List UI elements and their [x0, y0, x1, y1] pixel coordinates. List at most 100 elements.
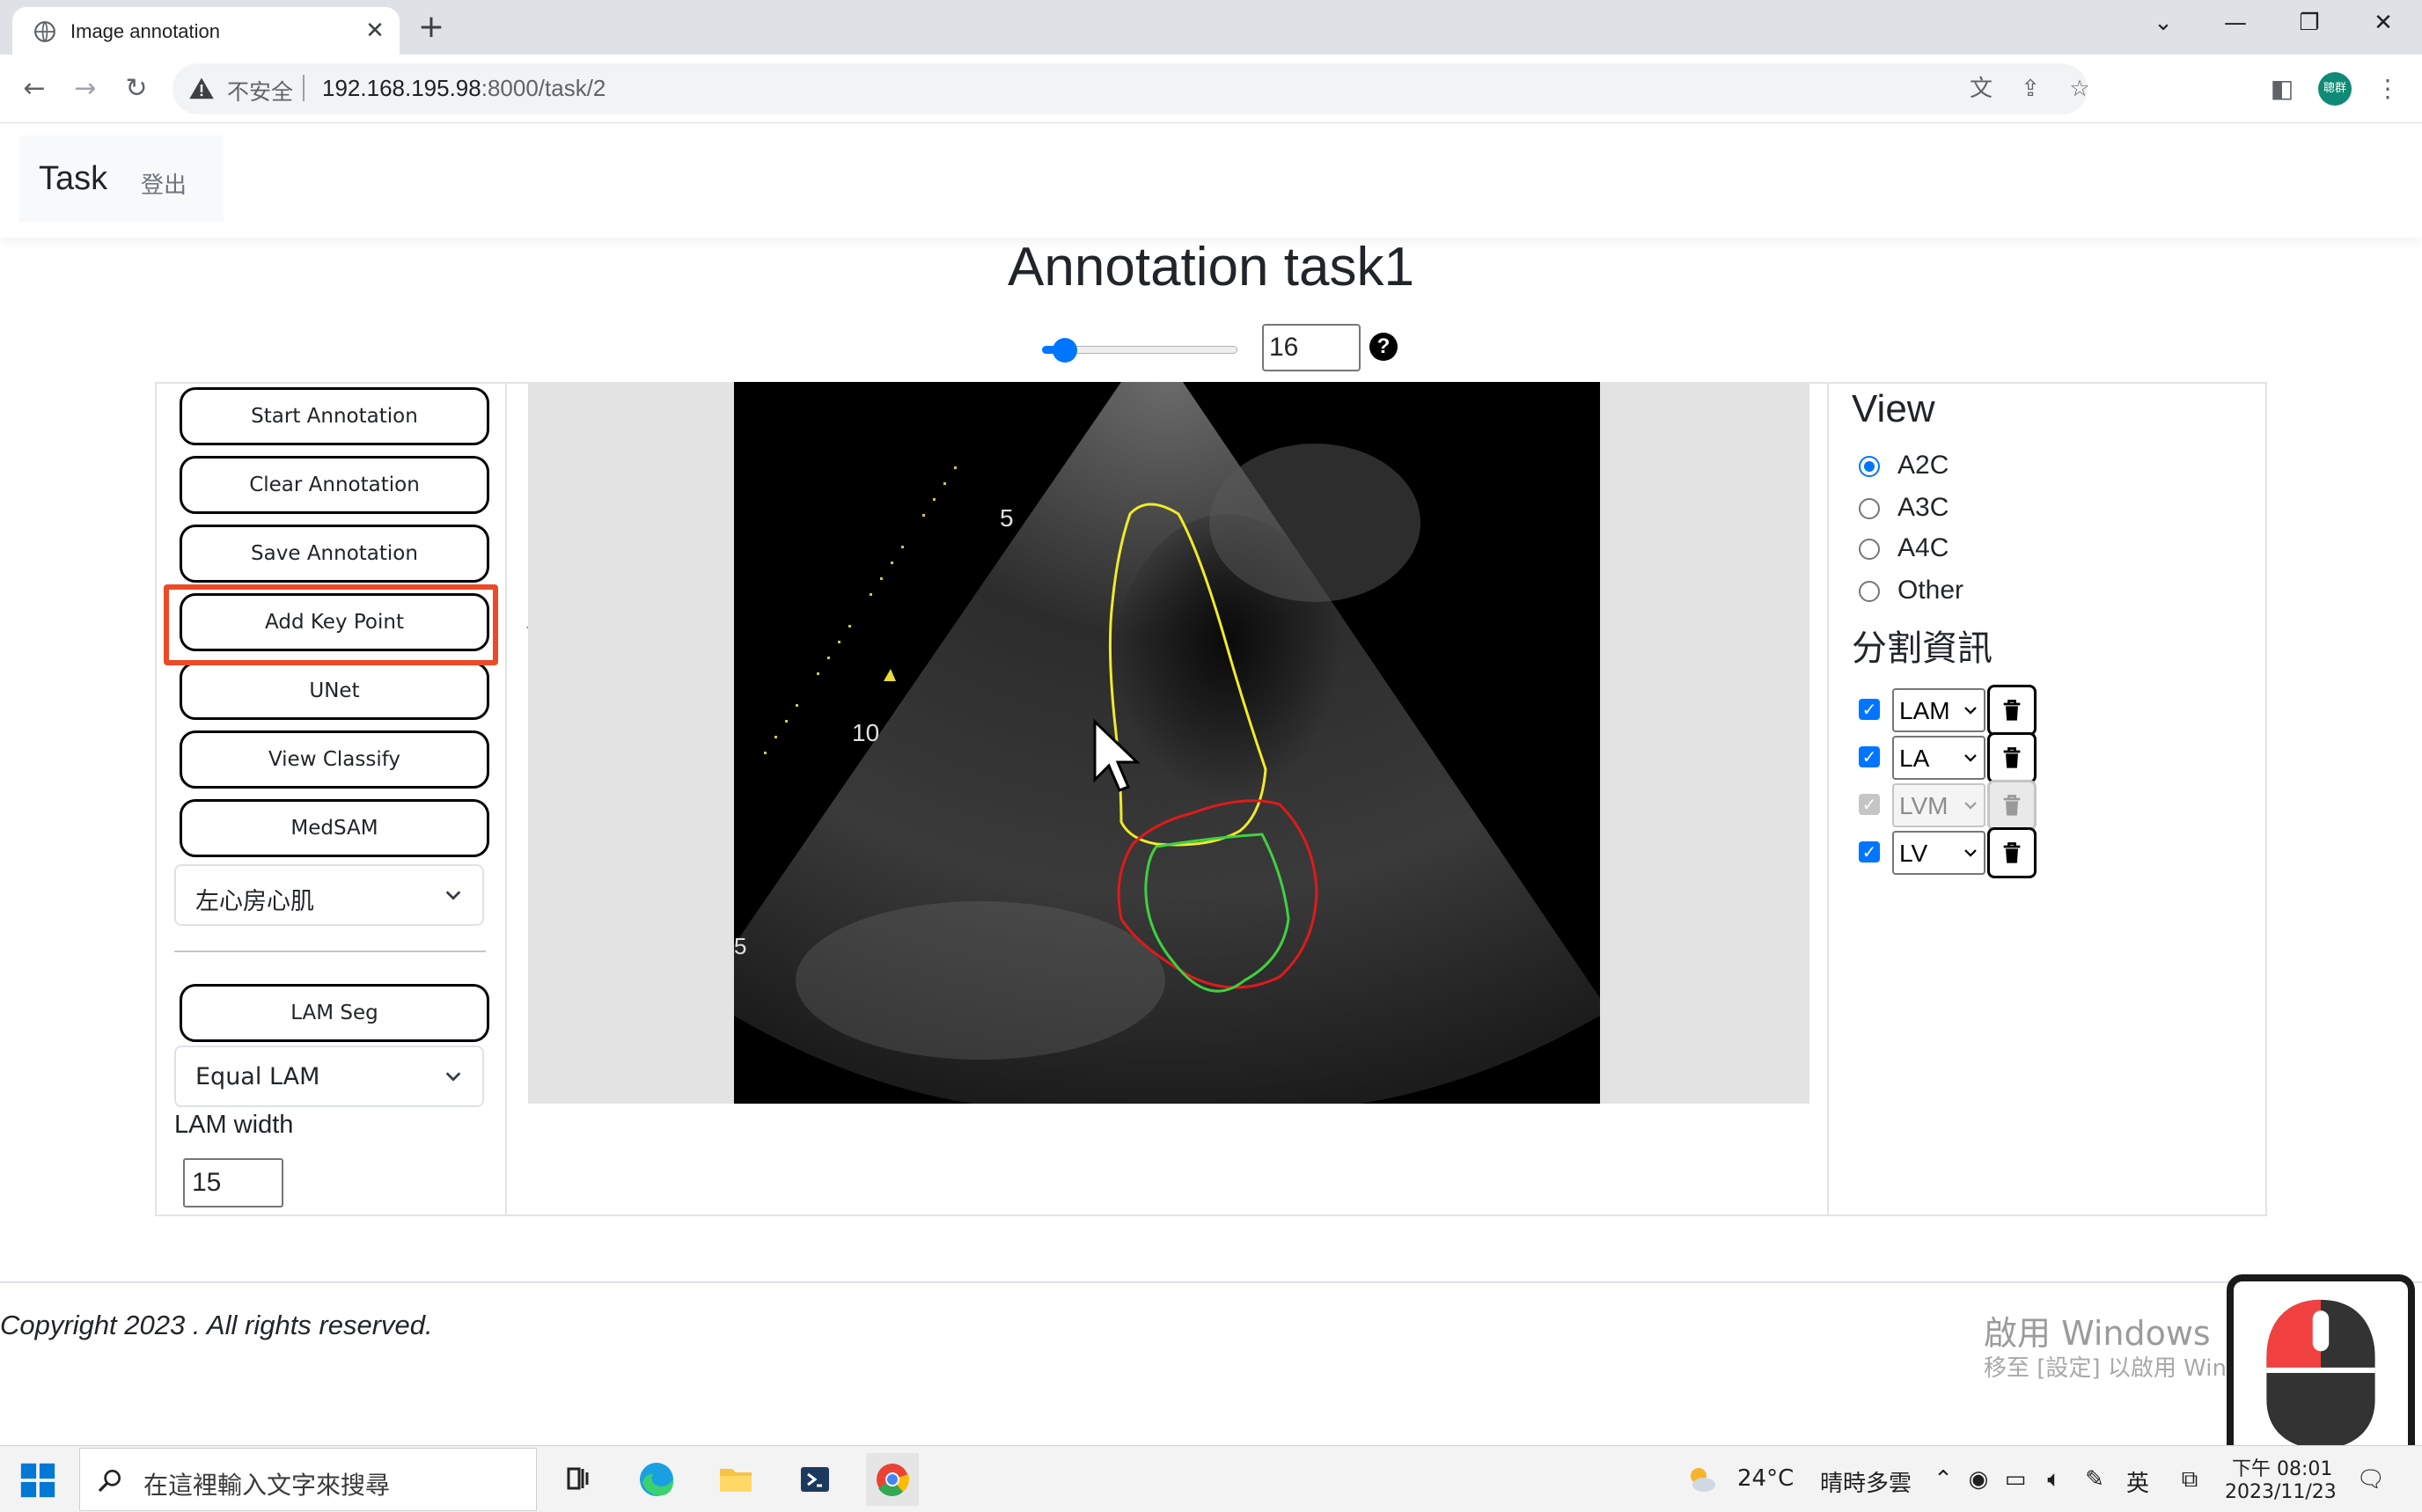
warning-icon [189, 77, 214, 99]
radio-a3c[interactable] [1859, 498, 1880, 519]
globe-icon [34, 21, 55, 42]
trash-icon [2003, 842, 2021, 863]
profile-avatar[interactable]: 聰群 [2318, 72, 2352, 106]
page-viewport: Task 登出 Annotation task1 16 ? Start Anno… [0, 123, 2422, 1445]
view-title: View [1852, 387, 1935, 430]
share-icon[interactable]: ⇪ [2014, 72, 2047, 106]
windows-start-icon[interactable] [18, 1460, 58, 1501]
help-icon[interactable]: ? [1369, 333, 1398, 361]
reload-icon[interactable]: ↻ [118, 70, 155, 107]
camera-icon[interactable]: ◉ [1963, 1464, 1994, 1495]
taskbar-time[interactable]: 下午 08:01 [2232, 1453, 2332, 1481]
taskbar-search[interactable]: 在這裡輸入文字來搜尋 [79, 1448, 537, 1511]
file-explorer-icon[interactable] [709, 1453, 762, 1506]
save-annotation-button[interactable]: Save Annotation [180, 525, 489, 583]
segment-checkbox: ✓ [1859, 794, 1880, 815]
delete-segment-button[interactable] [1987, 732, 2037, 783]
forward-icon[interactable]: → [67, 70, 104, 107]
chevron-down-icon [445, 1072, 461, 1082]
ime-indicator[interactable]: 英 [2126, 1465, 2149, 1498]
browser-tab-strip: Image annotation ✕ + ⌄ — ❐ ✕ [0, 0, 2422, 55]
star-icon[interactable]: ☆ [2063, 72, 2096, 106]
chevron-up-icon[interactable]: ⌃ [1927, 1464, 1959, 1495]
view-label: A2C [1897, 451, 1949, 480]
security-label: 不安全 [227, 79, 294, 105]
segment-label-select[interactable]: LAM [1892, 688, 1985, 732]
echocardiogram-image[interactable]: 5 10 5 [734, 382, 1600, 1104]
navbar-brand-area: Task 登出 [19, 136, 224, 222]
clear-annotation-button[interactable]: Clear Annotation [180, 456, 489, 514]
network-icon[interactable]: ▭ [2000, 1464, 2031, 1495]
chrome-icon[interactable] [866, 1453, 919, 1506]
powershell-icon[interactable] [789, 1453, 841, 1506]
start-annotation-button[interactable]: Start Annotation [180, 387, 489, 445]
tab-search-icon[interactable]: ⌄ [2137, 5, 2190, 40]
slider-thumb[interactable] [1052, 338, 1077, 363]
weather-temperature: 24°C [1737, 1465, 1794, 1492]
brand-link[interactable]: Task [39, 160, 107, 198]
region-select[interactable]: 左心房心肌 [174, 864, 484, 926]
divider [174, 951, 486, 952]
url-text[interactable]: 192.168.195.98:8000/task/2 [322, 75, 606, 102]
omnibox-divider [303, 75, 305, 101]
page-title: Annotation task1 [1008, 237, 1414, 297]
lam-mode-value: Equal LAM [195, 1063, 320, 1090]
segment-label-select[interactable]: LA [1892, 736, 1985, 780]
frame-number-input[interactable]: 16 [1262, 324, 1361, 371]
lam-seg-button[interactable]: LAM Seg [180, 984, 489, 1042]
windows-taskbar: 在這裡輸入文字來搜尋 24°C 晴時多雲 ⌃ ◉ ▭ 🔈︎ ✎ 英 ⧉ 下午 0… [0, 1445, 2422, 1512]
logout-link[interactable]: 登出 [141, 167, 187, 200]
trash-icon [2003, 747, 2021, 768]
translate-icon[interactable]: ⽂ [1964, 72, 1998, 106]
search-icon [98, 1470, 121, 1493]
menu-icon[interactable]: ⋮ [2369, 70, 2406, 107]
lam-mode-select[interactable]: Equal LAM [174, 1046, 484, 1107]
weather-icon[interactable] [1686, 1464, 1718, 1495]
new-tab-button[interactable]: + [414, 11, 449, 46]
back-icon[interactable]: ← [16, 70, 53, 107]
radio-other[interactable] [1859, 581, 1880, 602]
lam-width-label: LAM width [174, 1111, 294, 1139]
url-path: :8000/task/2 [481, 75, 606, 101]
browser-tab-active[interactable]: Image annotation ✕ [12, 7, 400, 55]
delete-segment-button[interactable] [1987, 827, 2037, 878]
depth-label: 5 [1000, 504, 1014, 532]
segment-checkbox[interactable]: ✓ [1859, 699, 1880, 720]
minimize-button[interactable]: — [2209, 5, 2262, 40]
restore-button[interactable]: ❐ [2283, 5, 2336, 40]
segment-checkbox[interactable]: ✓ [1859, 841, 1880, 862]
frame-slider[interactable] [1035, 336, 1241, 363]
delete-segment-button[interactable] [1987, 685, 2037, 736]
side-panel-icon[interactable]: ◧ [2264, 70, 2301, 107]
lam-width-input[interactable]: 15 [183, 1158, 283, 1207]
url-host: 192.168.195.98 [322, 75, 481, 101]
unet-button[interactable]: UNet [180, 662, 489, 720]
medsam-button[interactable]: MedSAM [180, 799, 489, 857]
segment-label-select[interactable]: LV [1892, 831, 1985, 875]
view-label: A3C [1897, 493, 1949, 522]
window-close-button[interactable]: ✕ [2357, 5, 2410, 40]
mouse-cursor-icon [1093, 718, 1141, 792]
tissue-bright-region [796, 901, 1165, 1060]
chevron-down-icon [1964, 802, 1977, 810]
chevron-down-icon [1964, 849, 1977, 857]
volume-icon[interactable]: 🔈︎ [2038, 1464, 2070, 1495]
notification-icon[interactable]: 🗨︎ [2355, 1464, 2387, 1495]
view-label: Other [1897, 576, 1964, 605]
task-view-icon[interactable] [551, 1453, 604, 1506]
footer-copyright: Copyright 2023 . All rights reserved. [0, 1310, 433, 1340]
radio-a4c[interactable] [1859, 539, 1880, 560]
taskbar-date[interactable]: 2023/11/23 [2225, 1481, 2337, 1503]
pen-icon[interactable]: ✎ [2079, 1464, 2110, 1495]
trash-icon [2003, 795, 2021, 816]
view-classify-button[interactable]: View Classify [180, 730, 489, 789]
chevron-down-icon [1964, 707, 1977, 715]
tab-close-icon[interactable]: ✕ [361, 17, 389, 45]
edge-icon[interactable] [630, 1453, 683, 1506]
depth-label: 10 [852, 719, 879, 746]
address-bar[interactable]: 不安全 192.168.195.98:8000/task/2 ⽂ ⇪ ☆ [172, 63, 2090, 114]
ime-mode-icon[interactable]: ⧉ [2174, 1464, 2205, 1495]
segment-checkbox[interactable]: ✓ [1859, 746, 1880, 767]
chevron-down-icon [445, 891, 461, 900]
radio-a2c[interactable] [1859, 456, 1880, 477]
